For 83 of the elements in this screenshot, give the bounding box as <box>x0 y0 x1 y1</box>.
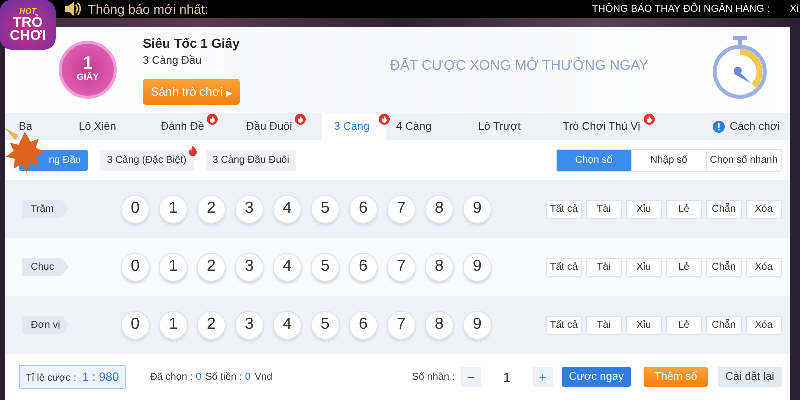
mode-tab[interactable]: Chọn số nhanh <box>706 150 781 170</box>
number-ball[interactable]: 6 <box>349 194 378 224</box>
number-ball[interactable]: 2 <box>197 310 226 340</box>
number-ball[interactable]: 8 <box>425 310 454 340</box>
ticker-message: Xi <box>790 4 800 14</box>
game-tab[interactable]: 4 Càng <box>396 113 458 140</box>
quick-pick-button[interactable]: Tài <box>586 200 622 218</box>
game-tab[interactable]: Lô Xiên <box>79 113 141 140</box>
quick-pick-button[interactable]: Xóa <box>746 258 782 276</box>
amount-label: Số tiền : <box>206 372 242 382</box>
number-ball[interactable]: 2 <box>197 194 226 224</box>
ticker-label: Thông báo mới nhất: <box>88 2 209 16</box>
quick-pick-button[interactable]: Chẵn <box>706 258 742 276</box>
number-ball[interactable]: 4 <box>273 194 302 224</box>
speaker-icon <box>64 2 82 16</box>
quick-pick-button[interactable]: Lẻ <box>666 200 702 218</box>
number-ball[interactable]: 4 <box>273 252 302 282</box>
multiplier-field[interactable]: 1 <box>481 367 534 387</box>
number-ball[interactable]: 4 <box>273 310 302 340</box>
quick-pick-button[interactable]: Tất cả <box>546 316 582 334</box>
number-ball[interactable]: 2 <box>197 252 226 282</box>
chosen-label: Đã chọn : <box>150 372 193 382</box>
quick-pick-button[interactable]: Chẵn <box>706 316 742 334</box>
game-tab[interactable]: Đầu Đuôi <box>246 113 314 140</box>
odds-label: Tỉ lệ cược : <box>26 373 76 384</box>
number-ball[interactable]: 7 <box>387 252 416 282</box>
number-ball[interactable]: 7 <box>387 310 416 340</box>
number-ball[interactable]: 9 <box>463 310 492 340</box>
game-tab[interactable]: Trò Chơi Thú Vị <box>562 113 662 140</box>
number-ball[interactable]: 1 <box>159 194 188 224</box>
number-ball[interactable]: 1 <box>159 252 188 282</box>
sub-tab[interactable]: 3 Càng Đầu Đuôi <box>206 150 296 170</box>
game-tab[interactable]: Ba <box>19 113 57 140</box>
game-title: Siêu Tốc 1 Giây <box>143 36 240 50</box>
ticker-message: THÔNG BÁO THAY ĐỔI NGÂN HÀNG : <box>592 4 770 14</box>
quick-pick-button[interactable]: Lẻ <box>666 316 702 334</box>
amount-value: 0 <box>245 372 251 382</box>
number-ball[interactable]: 3 <box>235 310 264 340</box>
number-ball[interactable]: 1 <box>159 310 188 340</box>
number-ball[interactable]: 3 <box>235 194 264 224</box>
game-tab[interactable]: Đánh Đề <box>161 113 226 140</box>
quick-pick-button[interactable]: Tất cả <box>546 258 582 276</box>
position-label: Trăm <box>22 200 69 218</box>
number-ball[interactable]: 0 <box>121 194 150 224</box>
quick-pick-button[interactable]: Chẵn <box>706 200 742 218</box>
position-label: Đơn vị <box>22 316 69 334</box>
number-ball[interactable]: 7 <box>387 194 416 224</box>
quick-pick-button[interactable]: Tài <box>586 258 622 276</box>
number-ball[interactable]: 5 <box>311 252 340 282</box>
game-subtitle: 3 Càng Đầu <box>143 54 202 66</box>
quick-pick-button[interactable]: Xỉu <box>626 200 662 218</box>
chosen-count: 0 <box>196 372 202 382</box>
how-to-play-link[interactable]: Cách chơi <box>712 113 780 140</box>
quick-pick-button[interactable]: Lẻ <box>666 258 702 276</box>
odds-value: 1 : 980 <box>82 370 120 384</box>
currency-label: Vnd <box>254 372 273 382</box>
position-label: Chục <box>22 258 69 276</box>
bet-button[interactable]: Cược ngay <box>562 367 631 387</box>
number-ball[interactable]: 5 <box>311 310 340 340</box>
number-ball[interactable]: 9 <box>463 252 492 282</box>
quick-pick-button[interactable]: Tất cả <box>546 200 582 218</box>
game-badge: 1 GIÂY <box>59 41 117 99</box>
quick-pick-button[interactable]: Tài <box>586 316 622 334</box>
number-ball[interactable]: 0 <box>121 310 150 340</box>
quick-pick-button[interactable]: Xỉu <box>626 316 662 334</box>
logo[interactable]: HOT TRÒ CHƠI <box>0 0 56 50</box>
quick-pick-button[interactable]: Xỉu <box>626 258 662 276</box>
help-label: Cách chơi <box>730 120 780 132</box>
slogan: ĐẶT CƯỢC XONG MỞ THƯỞNG NGAY <box>390 57 649 73</box>
game-tab[interactable]: Lô Trượt <box>478 113 543 140</box>
info-icon <box>712 120 725 132</box>
number-ball[interactable]: 6 <box>349 310 378 340</box>
number-ball[interactable]: 8 <box>425 194 454 224</box>
number-ball[interactable]: 8 <box>425 252 454 282</box>
number-ball[interactable]: 5 <box>311 194 340 224</box>
multiplier-label: Số nhân : <box>412 372 456 382</box>
number-ball[interactable]: 9 <box>463 194 492 224</box>
number-ball[interactable]: 6 <box>349 252 378 282</box>
quick-pick-button[interactable]: Xóa <box>746 316 782 334</box>
reset-button[interactable]: Cài đặt lại <box>718 367 782 387</box>
number-ball[interactable]: 0 <box>121 252 150 282</box>
quick-pick-button[interactable]: Xóa <box>746 200 782 218</box>
number-ball[interactable]: 3 <box>235 252 264 282</box>
